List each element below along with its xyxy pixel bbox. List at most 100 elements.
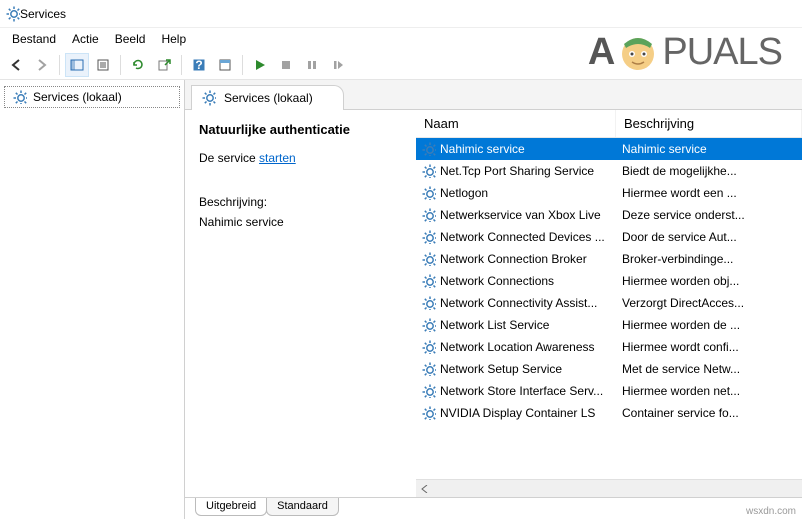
properties-icon bbox=[218, 58, 232, 72]
menu-action[interactable]: Actie bbox=[64, 30, 107, 48]
gear-icon bbox=[422, 208, 436, 222]
tree-root-item[interactable]: Services (lokaal) bbox=[4, 86, 180, 108]
cell-desc: Hiermee worden de ... bbox=[616, 318, 802, 332]
start-line: De service starten bbox=[199, 151, 401, 165]
service-row[interactable]: Network Store Interface Serv... Hiermee w… bbox=[416, 380, 802, 402]
chevron-left-icon bbox=[421, 485, 429, 493]
tab-extended[interactable]: Uitgebreid bbox=[195, 498, 267, 516]
cell-desc: Hiermee worden obj... bbox=[616, 274, 802, 288]
cell-desc: Door de service Aut... bbox=[616, 230, 802, 244]
panel-icon bbox=[70, 58, 84, 72]
svg-text:?: ? bbox=[195, 58, 202, 72]
cell-desc: Met de service Netw... bbox=[616, 362, 802, 376]
show-hide-tree-button[interactable] bbox=[65, 53, 89, 77]
cell-name: Network Connected Devices ... bbox=[416, 230, 616, 244]
footer-site: wsxdn.com bbox=[746, 506, 796, 517]
export-button[interactable] bbox=[152, 53, 176, 77]
refresh-icon bbox=[131, 58, 145, 72]
service-row[interactable]: Network Connectivity Assist... Verzorgt D… bbox=[416, 292, 802, 314]
gear-icon bbox=[422, 296, 436, 310]
desc-text: Nahimic service bbox=[199, 215, 401, 229]
gear-icon bbox=[422, 318, 436, 332]
gear-icon bbox=[422, 406, 436, 420]
service-name: Network Connections bbox=[440, 274, 554, 288]
restart-service-button[interactable] bbox=[326, 53, 350, 77]
gear-icon bbox=[422, 186, 436, 200]
cell-name: Network List Service bbox=[416, 318, 616, 332]
arrow-right-icon bbox=[35, 58, 49, 72]
cell-desc: Verzorgt DirectAcces... bbox=[616, 296, 802, 310]
properties-button[interactable] bbox=[213, 53, 237, 77]
main-pane: Services (lokaal) Natuurlijke authentica… bbox=[185, 80, 802, 519]
menu-view[interactable]: Beeld bbox=[107, 30, 154, 48]
cell-desc: Broker-verbindinge... bbox=[616, 252, 802, 266]
pause-service-button[interactable] bbox=[300, 53, 324, 77]
gear-icon bbox=[422, 340, 436, 354]
service-name: Net.Tcp Port Sharing Service bbox=[440, 164, 594, 178]
start-link[interactable]: starten bbox=[259, 151, 296, 165]
arrow-left-icon bbox=[9, 58, 23, 72]
title-bar: Services bbox=[0, 0, 802, 28]
service-row[interactable]: Network Connections Hiermee worden obj... bbox=[416, 270, 802, 292]
export-icon bbox=[157, 58, 171, 72]
service-row[interactable]: Nahimic serviceNahimic service bbox=[416, 138, 802, 160]
service-row[interactable]: NetlogonHiermee wordt een ... bbox=[416, 182, 802, 204]
cell-desc: Hiermee worden net... bbox=[616, 384, 802, 398]
window-title: Services bbox=[20, 7, 66, 21]
cell-name: NVIDIA Display Container LS bbox=[416, 406, 616, 420]
service-name: Network Connectivity Assist... bbox=[440, 296, 597, 310]
cell-name: Network Location Awareness bbox=[416, 340, 616, 354]
help-icon: ? bbox=[192, 58, 206, 72]
gear-icon bbox=[202, 90, 216, 106]
gear-icon bbox=[422, 362, 436, 376]
column-name[interactable]: Naam bbox=[416, 110, 616, 137]
service-row[interactable]: Netwerkservice van Xbox LiveDeze service… bbox=[416, 204, 802, 226]
service-name: Network Location Awareness bbox=[440, 340, 595, 354]
forward-button[interactable] bbox=[30, 53, 54, 77]
service-row[interactable]: Network Connection Broker Broker-verbindi… bbox=[416, 248, 802, 270]
desc-label: Beschrijving: bbox=[199, 195, 401, 209]
gear-icon bbox=[422, 164, 436, 178]
help-button[interactable]: ? bbox=[187, 53, 211, 77]
cell-name: Network Store Interface Serv... bbox=[416, 384, 616, 398]
gear-icon bbox=[422, 142, 436, 156]
pane-heading: Services (lokaal) bbox=[224, 91, 313, 105]
gear-icon bbox=[422, 230, 436, 244]
pane-header-tab: Services (lokaal) bbox=[191, 85, 344, 110]
gear-icon bbox=[6, 6, 20, 22]
service-name: Network Store Interface Serv... bbox=[440, 384, 603, 398]
service-row[interactable]: Network Location AwarenessHiermee wordt … bbox=[416, 336, 802, 358]
service-row[interactable]: Network Connected Devices ...Door de ser… bbox=[416, 226, 802, 248]
cell-name: Netwerkservice van Xbox Live bbox=[416, 208, 616, 222]
gear-icon bbox=[422, 274, 436, 288]
service-row[interactable]: NVIDIA Display Container LSContainer ser… bbox=[416, 402, 802, 424]
cut-button[interactable] bbox=[91, 53, 115, 77]
service-row[interactable]: Net.Tcp Port Sharing ServiceBiedt de mog… bbox=[416, 160, 802, 182]
service-name: Network Connection Broker bbox=[440, 252, 587, 266]
cell-name: Network Connections bbox=[416, 274, 616, 288]
tab-standard[interactable]: Standaard bbox=[266, 498, 339, 516]
play-icon bbox=[254, 59, 266, 71]
back-button[interactable] bbox=[4, 53, 28, 77]
menu-help[interactable]: Help bbox=[153, 30, 194, 48]
cell-desc: Deze service onderst... bbox=[616, 208, 802, 222]
cell-name: Net.Tcp Port Sharing Service bbox=[416, 164, 616, 178]
content-area: Services (lokaal) Services (lokaal) Natu… bbox=[0, 80, 802, 519]
scroll-left-button[interactable] bbox=[416, 480, 434, 497]
list-icon bbox=[96, 58, 110, 72]
pane-header: Services (lokaal) bbox=[185, 80, 802, 110]
service-row[interactable]: Network List ServiceHiermee worden de ..… bbox=[416, 314, 802, 336]
stop-icon bbox=[280, 59, 292, 71]
stop-service-button[interactable] bbox=[274, 53, 298, 77]
service-name: NVIDIA Display Container LS bbox=[440, 406, 595, 420]
menu-bar: Bestand Actie Beeld Help bbox=[0, 28, 802, 50]
refresh-button[interactable] bbox=[126, 53, 150, 77]
start-service-button[interactable] bbox=[248, 53, 272, 77]
cell-name: Nahimic service bbox=[416, 142, 616, 156]
service-row[interactable]: Network Setup ServiceMet de service Netw… bbox=[416, 358, 802, 380]
column-desc[interactable]: Beschrijving bbox=[616, 110, 802, 137]
cell-name: Network Connection Broker bbox=[416, 252, 616, 266]
horizontal-scrollbar[interactable] bbox=[416, 479, 802, 497]
menu-file[interactable]: Bestand bbox=[4, 30, 64, 48]
bottom-tabs: Uitgebreid Standaard bbox=[185, 497, 802, 519]
